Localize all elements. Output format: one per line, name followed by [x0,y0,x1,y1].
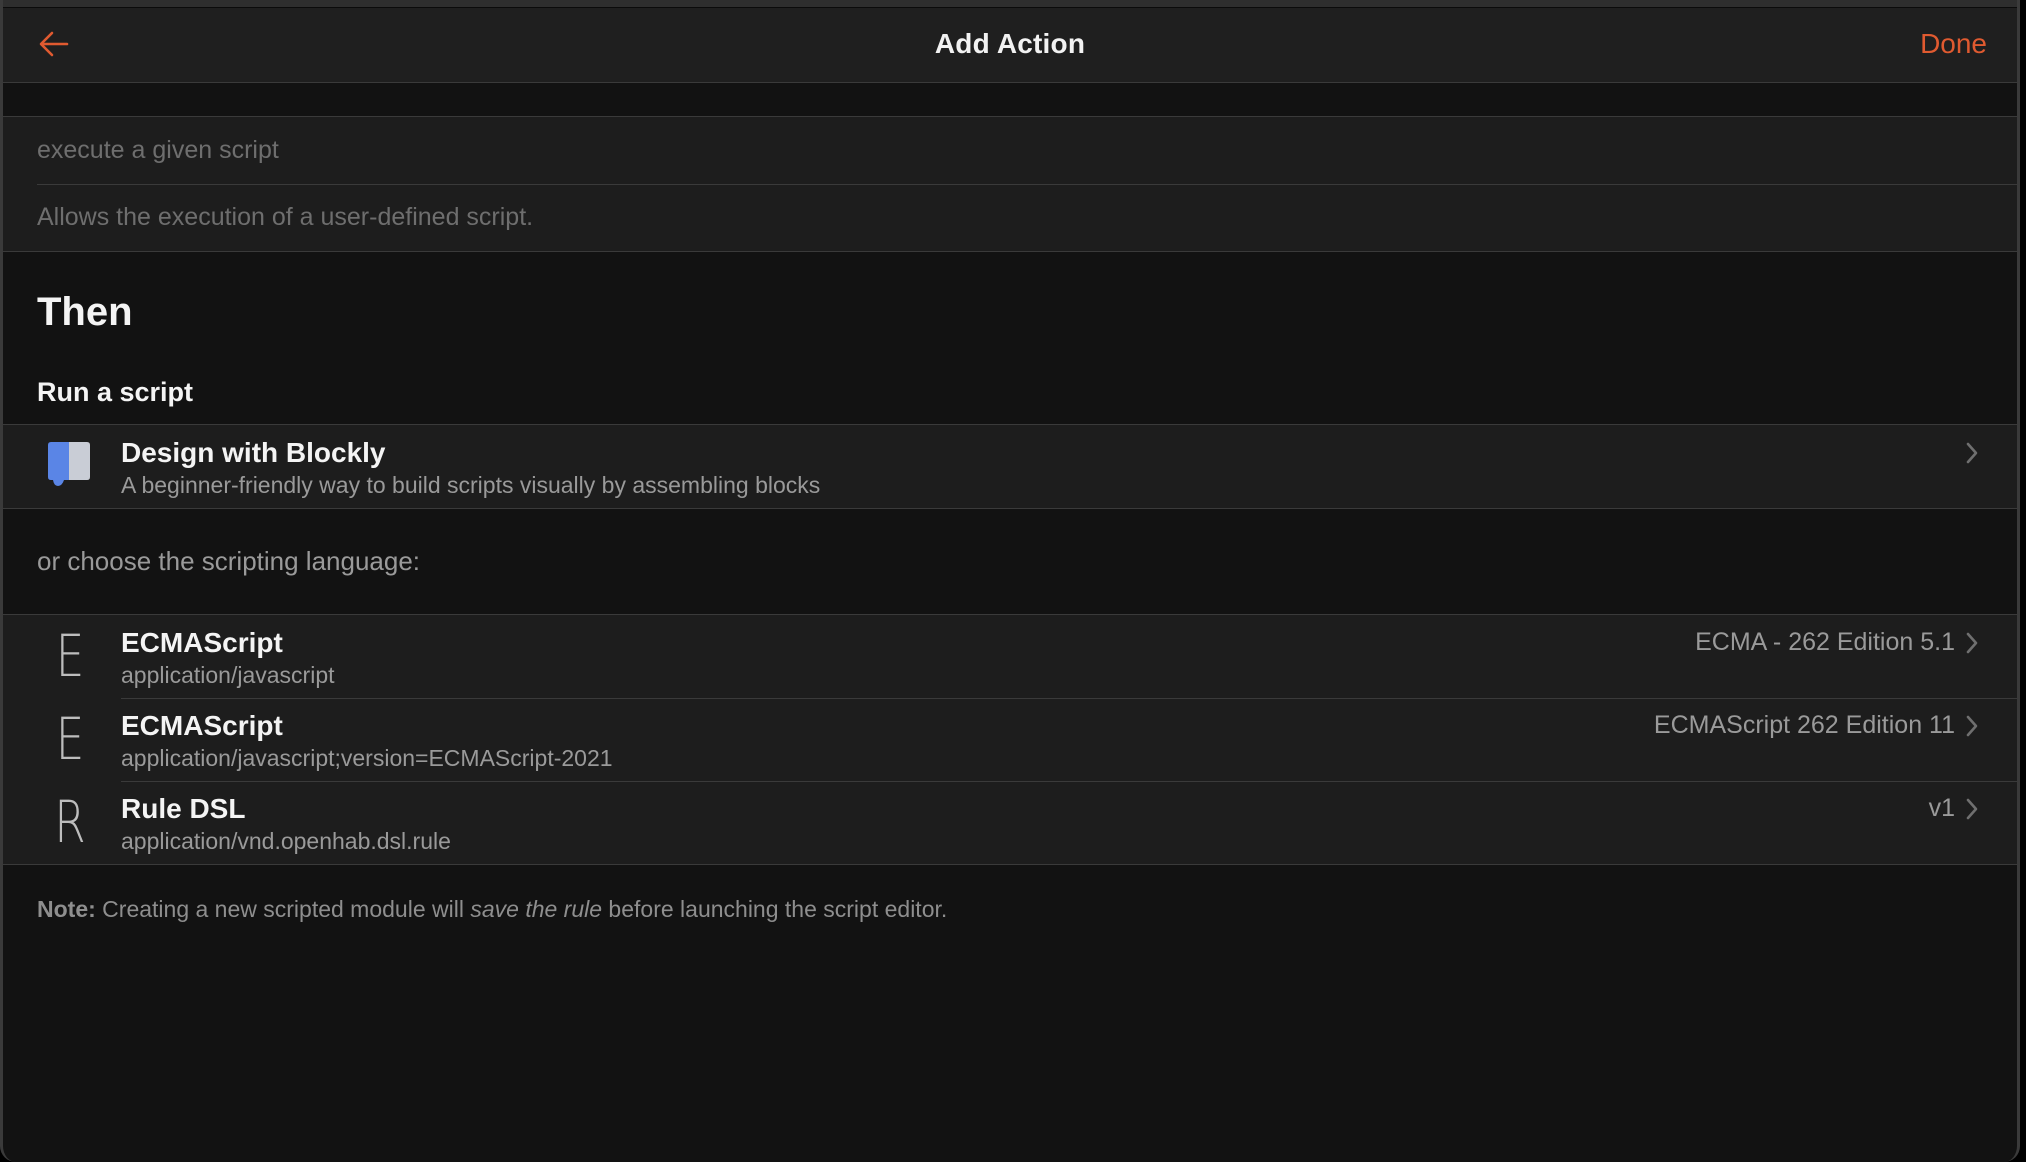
label-field-row [3,117,2017,184]
choose-language-label: or choose the scripting language: [37,546,421,576]
note-text-before: Creating a new scripted module will [95,896,471,922]
action-label-input[interactable] [37,117,1997,184]
section-heading: Then [37,290,133,334]
item-version: v1 [1928,794,1955,822]
blockly-list: Design with Blockly A beginner-friendly … [3,424,2017,509]
language-item-ecmascript-2021[interactable]: E ECMAScript application/javascript;vers… [3,698,2017,781]
letter-r-icon: R [54,788,86,856]
page-title: Add Action [934,28,1086,59]
language-item-rule-dsl[interactable]: R Rule DSL application/vnd.openhab.dsl.r… [3,781,2017,864]
chevron-right-icon [1966,798,1978,820]
chevron-right-icon [1966,442,1978,464]
chevron-right-icon [1966,632,1978,654]
letter-e-icon: E [55,705,85,773]
item-title: ECMAScript [121,710,283,741]
item-mime-type: application/javascript;version=ECMAScrip… [121,745,613,771]
window-top-strip [3,0,2017,8]
note-text: Note: Creating a new scripted module wil… [37,896,947,923]
item-mime-type: application/vnd.openhab.dsl.rule [121,828,451,854]
note-prefix: Note: [37,896,96,922]
item-subtitle: A beginner-friendly way to build scripts… [121,472,821,498]
action-details-group [3,116,2017,252]
navbar: Add Action Done [3,8,2017,83]
item-title: ECMAScript [121,627,283,658]
chevron-right-icon [1966,715,1978,737]
done-button[interactable]: Done [1920,28,1987,60]
item-version: ECMA - 262 Edition 5.1 [1695,628,1955,656]
item-mime-type: application/javascript [121,662,335,688]
item-title: Design with Blockly [121,437,386,468]
add-action-panel: Add Action Done Then Run a script Design… [0,0,2020,1162]
action-description-input[interactable] [37,184,1997,251]
section-subheading: Run a script [37,377,194,407]
note-emphasis: save the rule [470,896,603,922]
note-text-after: before launching the script editor. [602,896,948,922]
language-item-ecmascript-5[interactable]: E ECMAScript application/javascript ECMA… [3,615,2017,698]
language-list: E ECMAScript application/javascript ECMA… [3,614,2017,865]
item-title: Rule DSL [121,793,246,824]
description-field-row [3,184,2017,251]
blockly-icon [48,442,90,486]
item-version: ECMAScript 262 Edition 11 [1653,711,1955,739]
letter-e-icon: E [55,622,85,690]
design-with-blockly-item[interactable]: Design with Blockly A beginner-friendly … [3,425,2017,508]
